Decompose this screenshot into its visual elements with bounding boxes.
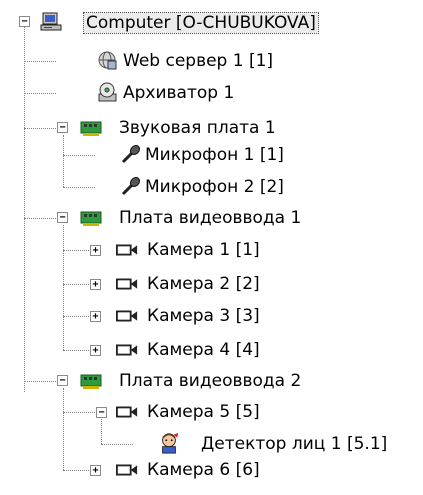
camera-icon (116, 305, 138, 327)
tree-node-label: Камера 3 [3] (147, 306, 260, 326)
tree-node-camera-1[interactable]: + Камера 1 [1] (0, 234, 423, 266)
tree-node-microphone-2[interactable]: Микрофон 2 [2] (0, 171, 423, 203)
tree-node-label: Камера 6 [6] (147, 460, 260, 480)
tree-node-camera-3[interactable]: + Камера 3 [3] (0, 300, 423, 332)
tree-node-video-card-1[interactable]: − Плата видеоввода 1 (0, 202, 423, 234)
tree-node-label: Камера 5 [5] (147, 402, 260, 422)
tree-node-label: Камера 2 [2] (147, 274, 260, 294)
collapse-toggle[interactable]: − (57, 212, 68, 223)
tree-node-computer[interactable]: − Computer [O-CHUBUKOVA] (0, 6, 423, 38)
tree-node-label: Камера 4 [4] (147, 340, 260, 360)
board-icon (80, 117, 102, 139)
tree-node-label: Микрофон 1 [1] (145, 145, 284, 165)
tree-node-label: Плата видеоввода 1 (119, 208, 302, 228)
expand-toggle[interactable]: + (90, 345, 101, 356)
tree-node-label: Архиватор 1 (123, 83, 235, 103)
camera-icon (116, 339, 138, 361)
expand-toggle[interactable]: + (90, 245, 101, 256)
microphone-icon (120, 143, 142, 165)
microphone-icon (120, 175, 142, 197)
collapse-toggle[interactable]: − (19, 16, 30, 27)
tree-node-camera-2[interactable]: + Камера 2 [2] (0, 268, 423, 300)
tree-node-label: Детектор лиц 1 [5.1] (201, 434, 388, 454)
web-server-icon (96, 49, 118, 71)
expand-toggle[interactable]: + (90, 279, 101, 290)
tree-node-label: Микрофон 2 [2] (145, 177, 284, 197)
device-tree: − Computer [O-CHUBUKOVA] Web сервер 1 [1… (0, 0, 423, 495)
collapse-toggle[interactable]: − (57, 122, 68, 133)
tree-node-label: Computer [O-CHUBUKOVA] (83, 12, 319, 34)
tree-node-web-server[interactable]: Web сервер 1 [1] (0, 45, 423, 77)
camera-icon (116, 273, 138, 295)
tree-node-label: Звуковая плата 1 (119, 118, 276, 138)
collapse-toggle[interactable]: − (96, 407, 107, 418)
face-detector-icon (158, 432, 180, 454)
tree-node-camera-4[interactable]: + Камера 4 [4] (0, 334, 423, 366)
tree-node-label: Плата видеоввода 2 (119, 371, 302, 391)
camera-icon (116, 401, 138, 423)
tree-node-microphone-1[interactable]: Микрофон 1 [1] (0, 139, 423, 171)
archiver-icon (96, 81, 118, 103)
tree-node-label: Камера 1 [1] (147, 240, 260, 260)
expand-toggle[interactable]: + (90, 311, 101, 322)
tree-node-label: Web сервер 1 [1] (123, 51, 274, 71)
collapse-toggle[interactable]: − (57, 375, 68, 386)
camera-icon (116, 459, 138, 481)
tree-node-archiver[interactable]: Архиватор 1 (0, 77, 423, 109)
computer-icon (40, 11, 62, 33)
camera-icon (116, 239, 138, 261)
tree-node-video-card-2[interactable]: − Плата видеоввода 2 (0, 365, 423, 397)
tree-node-camera-5[interactable]: − Камера 5 [5] (0, 396, 423, 428)
board-icon (80, 207, 102, 229)
expand-toggle[interactable]: + (90, 465, 101, 476)
board-icon (80, 370, 102, 392)
tree-node-camera-6[interactable]: + Камера 6 [6] (0, 454, 423, 486)
